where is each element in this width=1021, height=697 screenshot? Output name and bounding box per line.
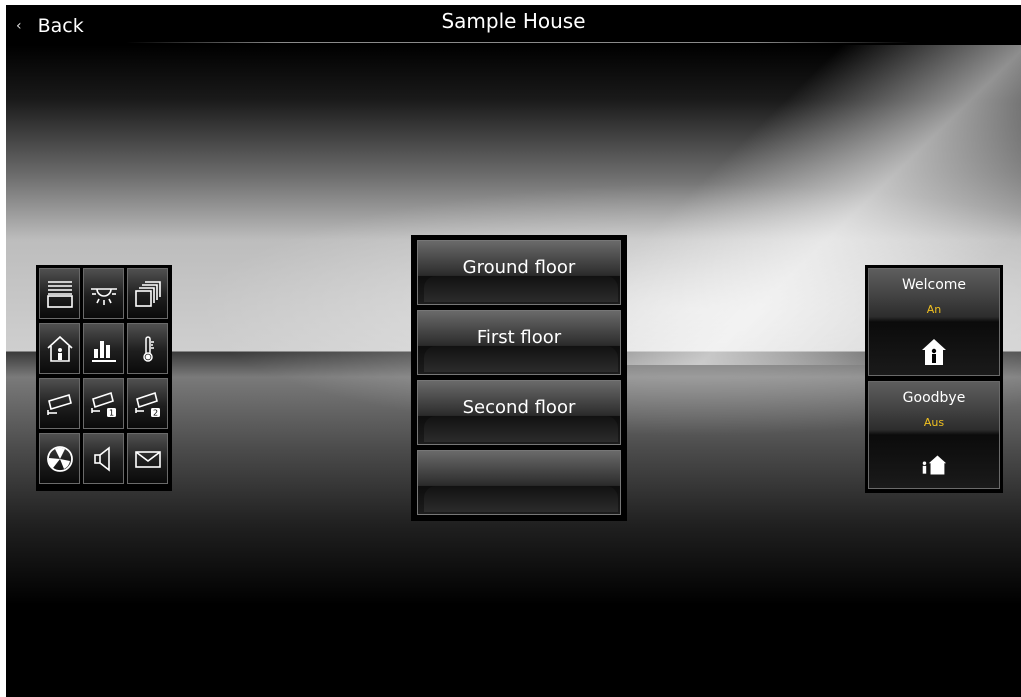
presence-button[interactable] [39,323,80,374]
camera-1-icon: 1 [90,391,116,417]
blinds-icon [46,280,73,308]
statistics-button[interactable] [83,323,124,374]
svg-text:1: 1 [108,408,113,417]
lighting-button[interactable] [83,268,124,319]
floor-label: Ground floor [462,257,576,278]
house-person-icon [46,335,73,362]
floor-list: Ground floor First floor Second floor [411,235,627,521]
page-title: Sample House [441,9,586,33]
mail-icon [134,450,161,468]
person-leaving-house-icon [922,455,947,475]
scene-label: Goodbye [902,390,966,406]
svg-text:2: 2 [152,408,157,417]
temperature-button[interactable] [127,323,168,374]
camera-button[interactable] [39,378,80,429]
floor-button-empty[interactable] [417,450,621,515]
scene-goodbye-button[interactable]: Goodbye Aus [868,381,1000,489]
function-icon-grid: 1 2 [36,265,172,491]
audio-button[interactable] [83,433,124,484]
person-in-house-icon [922,339,946,365]
scene-label: Welcome [901,277,967,293]
pages-button[interactable] [127,268,168,319]
floor-label: First floor [476,327,562,348]
bar-chart-icon [91,340,116,362]
scene-state: An [926,303,942,316]
camera-1-button[interactable]: 1 [83,378,124,429]
floor-button-second[interactable]: Second floor [417,380,621,445]
floor-label: Second floor [462,397,576,418]
ventilation-button[interactable] [39,433,80,484]
app-stage: ‹ Back Sample House 1 2 Ground floor Fir… [6,5,1021,697]
messages-button[interactable] [127,433,168,484]
floor-button-first[interactable]: First floor [417,310,621,375]
light-icon [90,287,117,305]
camera-2-button[interactable]: 2 [127,378,168,429]
scene-state: Aus [923,416,945,429]
pages-icon [134,280,161,307]
title-divider [126,42,911,43]
camera-2-icon: 2 [134,391,160,417]
floor-button-ground[interactable]: Ground floor [417,240,621,305]
fan-icon [46,445,73,472]
scene-welcome-button[interactable]: Welcome An [868,268,1000,376]
speaker-icon [93,445,110,472]
scene-panel: Welcome An Goodbye Aus [865,265,1003,493]
blinds-button[interactable] [39,268,80,319]
thermometer-icon [142,335,154,362]
camera-icon [46,393,72,415]
